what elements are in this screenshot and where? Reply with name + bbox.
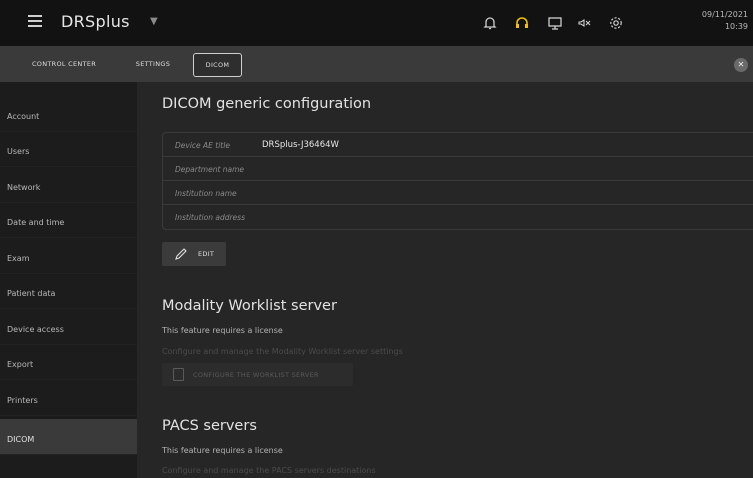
app-title: DRSplus [61,12,130,31]
sidebar: Account Users Network Date and time Exam… [0,82,137,478]
field-row-device-ae-title: Device AE title DRSplus-J36464W [163,133,753,157]
tab-settings[interactable]: SETTINGS [122,53,184,75]
field-row-institution-name: Institution name [163,181,753,205]
sidebar-item-export[interactable]: Export [0,344,137,380]
worklist-title: Modality Worklist server [162,298,337,314]
gear-icon[interactable] [606,13,626,33]
dicom-generic-fields: Device AE title DRSplus-J36464W Departme… [162,132,753,230]
tab-dicom[interactable]: DICOM [193,53,242,77]
field-row-institution-address: Institution address [163,205,753,228]
sidebar-item-label: Account [7,112,40,121]
field-row-department-name: Department name [163,157,753,181]
datetime: 09/11/2021 10:39 [702,9,748,33]
sidebar-item-device-access[interactable]: Device access [0,309,137,345]
pacs-license-text: This feature requires a license [162,446,283,455]
field-label: Device AE title [175,141,230,150]
sidebar-item-label: Users [7,147,30,156]
mute-icon[interactable] [575,13,595,33]
sidebar-item-patient-data[interactable]: Patient data [0,273,137,309]
configure-worklist-button[interactable]: CONFIGURE THE WORKLIST SERVER [162,363,353,386]
sidebar-item-dicom[interactable]: DICOM [0,419,137,455]
sidebar-item-label: Date and time [7,218,65,227]
headset-icon[interactable] [512,13,532,33]
pacs-description: Configure and manage the PACS servers de… [162,466,376,475]
sidebar-item-exam[interactable]: Exam [0,238,137,274]
sidebar-item-label: DICOM [7,435,35,444]
chevron-down-icon[interactable]: ▼ [150,16,158,27]
sidebar-item-account[interactable]: Account [0,96,137,132]
worklist-description: Configure and manage the Modality Workli… [162,347,403,356]
pacs-title: PACS servers [162,418,257,434]
monitor-icon[interactable] [545,13,565,33]
sidebar-item-label: Exam [7,254,30,263]
sidebar-item-date-and-time[interactable]: Date and time [0,202,137,238]
sidebar-item-label: Patient data [7,289,56,298]
time-text: 10:39 [724,22,748,31]
worklist-license-text: This feature requires a license [162,326,283,335]
field-label: Institution address [175,213,245,222]
sidebar-item-network[interactable]: Network [0,167,137,203]
field-label: Institution name [175,189,237,198]
edit-button-label: EDIT [198,250,215,258]
sidebar-item-printers[interactable]: Printers [0,380,137,416]
configure-worklist-label: CONFIGURE THE WORKLIST SERVER [193,371,319,379]
sidebar-item-users[interactable]: Users [0,131,137,167]
dicom-generic-title: DICOM generic configuration [162,96,372,112]
tab-control-center[interactable]: CONTROL CENTER [8,53,120,75]
pencil-icon [175,248,187,260]
bell-icon[interactable] [480,13,500,33]
clipboard-icon [173,368,184,381]
sidebar-item-label: Network [7,183,41,192]
main-content: DICOM generic configuration Device AE ti… [137,82,753,478]
sidebar-item-label: Printers [7,396,38,405]
field-label: Department name [175,165,245,174]
tab-bar: CONTROL CENTER SETTINGS DICOM ✕ [0,46,753,82]
date-text: 09/11/2021 [701,10,748,19]
edit-button[interactable]: EDIT [162,242,226,266]
menu-icon[interactable] [28,15,42,29]
field-value: DRSplus-J36464W [262,140,339,150]
close-icon[interactable]: ✕ [734,58,748,72]
sidebar-item-label: Device access [7,325,64,334]
sidebar-item-label: Export [7,360,34,369]
top-bar: DRSplus ▼ 09/11/2021 10:39 [0,0,753,46]
